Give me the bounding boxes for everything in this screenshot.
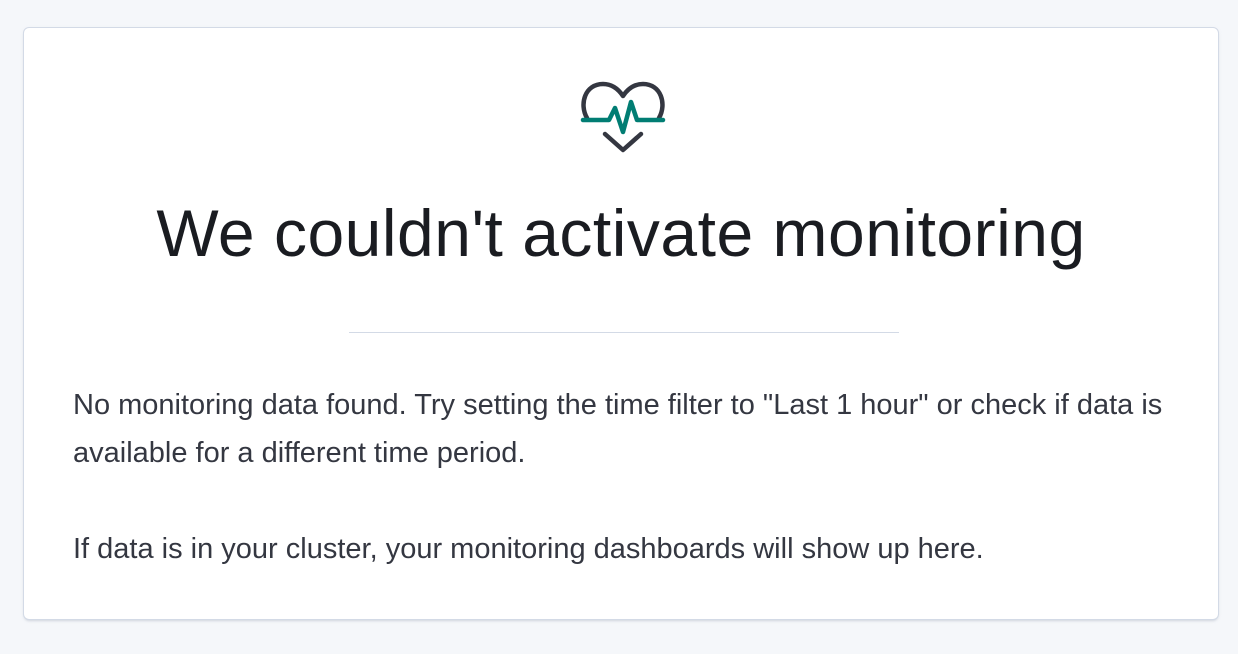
monitoring-heart-icon bbox=[579, 74, 667, 158]
dashboards-hint: If data is in your cluster, your monitor… bbox=[73, 533, 984, 565]
empty-state-panel: We couldn't activate monitoring No monit… bbox=[23, 27, 1219, 620]
divider bbox=[349, 332, 899, 333]
empty-state-title: We couldn't activate monitoring bbox=[156, 196, 1086, 270]
empty-state-body: No monitoring data found. Try setting th… bbox=[73, 381, 1183, 573]
no-data-message: No monitoring data found. Try setting th… bbox=[73, 389, 1163, 469]
